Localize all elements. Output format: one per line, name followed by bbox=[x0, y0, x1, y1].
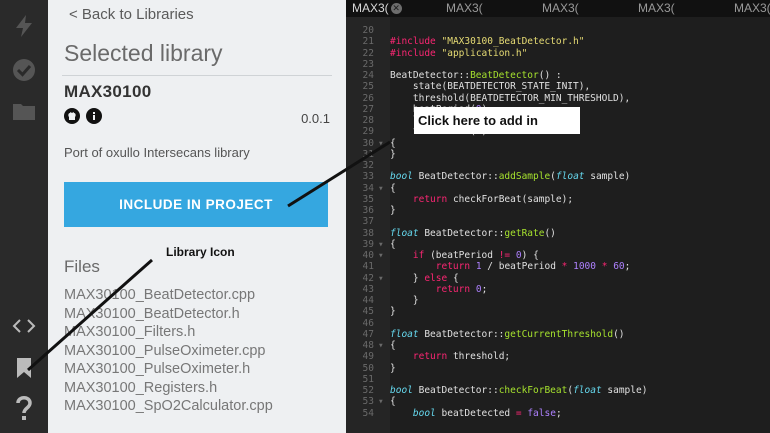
library-icon-arrow-line bbox=[27, 258, 153, 372]
annotation-arrows bbox=[27, 140, 391, 372]
include-arrow-line bbox=[287, 140, 391, 208]
